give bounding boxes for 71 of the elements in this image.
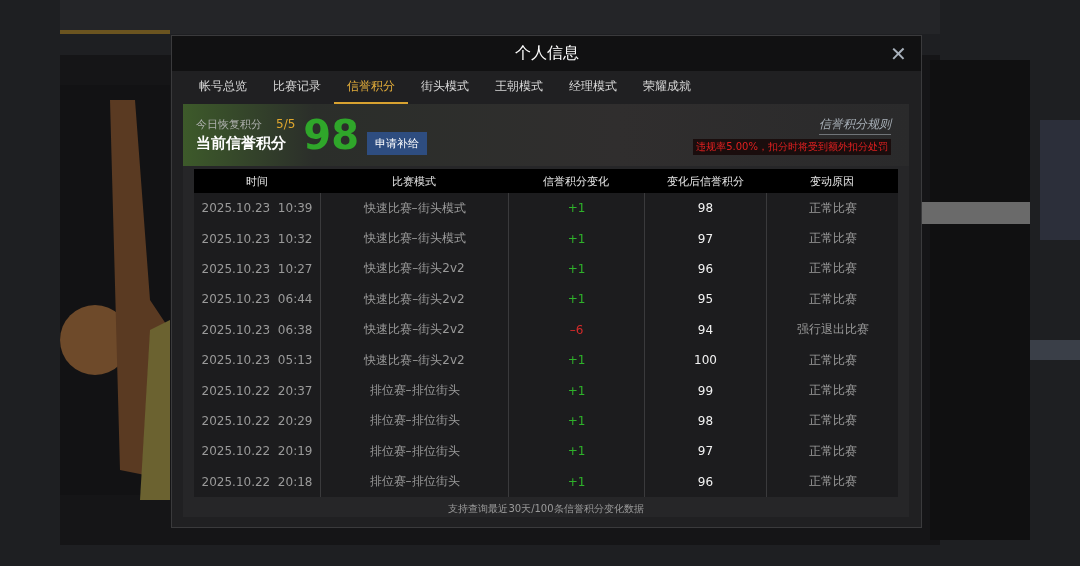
table-cell: +1: [508, 223, 644, 254]
table-cell: 快速比赛–街头模式: [320, 223, 508, 254]
apply-button[interactable]: 申请补给: [367, 131, 427, 155]
table-cell: 正常比赛: [766, 466, 898, 497]
current-score-label: 当前信誉积分: [196, 134, 287, 153]
column-header: 信誉积分变化: [508, 169, 644, 193]
table-cell: 快速比赛–街头2v2: [320, 314, 508, 345]
table-cell: –6: [508, 314, 644, 345]
table-cell-text: 2025.10.23 05:13: [200, 352, 314, 370]
close-button[interactable]: ✕: [886, 40, 911, 68]
table-cell: 99: [644, 375, 766, 406]
table-cell: 97: [644, 223, 766, 254]
table-cell-text: 2025.10.23 06:38: [200, 321, 314, 339]
table-cell: 正常比赛: [766, 344, 898, 376]
tab[interactable]: 王朝模式: [482, 71, 556, 104]
table-cell: +1: [508, 344, 644, 376]
rules-link[interactable]: 信誉积分规则: [819, 115, 891, 135]
footer-note: 支持查询最近30天/100条信誉积分变化数据: [448, 501, 644, 516]
table-cell: 正常比赛: [766, 405, 898, 437]
table-cell: 正常比赛: [766, 375, 898, 406]
table-cell: 97: [644, 436, 766, 467]
table-cell: 正常比赛: [766, 223, 898, 254]
table-cell-text: 2025.10.23 10:32: [200, 230, 314, 248]
table-cell-text: 2025.10.22 20:18: [200, 473, 314, 491]
table-cell-text: 2025.10.22 20:29: [200, 412, 314, 430]
table-cell: 排位赛–排位街头: [320, 405, 508, 437]
table-cell: 排位赛–排位街头: [320, 436, 508, 467]
column-header: 变动原因: [766, 169, 898, 193]
table-cell-text: 2025.10.22 20:37: [200, 382, 314, 400]
column-header: 变化后信誉积分: [644, 169, 766, 193]
column-header: 时间: [194, 169, 320, 193]
warning-text: 违规率5.00%，扣分时将受到额外扣分处罚: [693, 138, 891, 155]
table-cell: 快速比赛–街头模式: [320, 193, 508, 224]
tab[interactable]: 街头模式: [408, 71, 482, 104]
table-cell: 96: [644, 466, 766, 497]
table-cell-text: 2025.10.22 20:19: [200, 443, 314, 461]
table-cell: 快速比赛–街头2v2: [320, 344, 508, 376]
table-cell: +1: [508, 436, 644, 467]
table-cell: 100: [644, 344, 766, 376]
table-cell: +1: [508, 193, 644, 224]
tab[interactable]: 帐号总览: [186, 71, 260, 104]
table-cell: 95: [644, 284, 766, 315]
table-cell: 强行退出比赛: [766, 314, 898, 345]
dialog-title: 个人信息: [514, 43, 579, 64]
score-value: 98: [303, 115, 359, 155]
table-cell: +1: [508, 375, 644, 406]
table-cell: 排位赛–排位街头: [320, 375, 508, 406]
table-cell: +1: [508, 466, 644, 497]
column-header: 比赛模式: [320, 169, 508, 193]
table-cell: 正常比赛: [766, 436, 898, 467]
recovery-label: 今日恢复积分: [196, 117, 262, 132]
table-cell: 正常比赛: [766, 193, 898, 224]
table-cell: 排位赛–排位街头: [320, 466, 508, 497]
table-cell-text: 2025.10.23 06:44: [200, 291, 314, 309]
table-cell: 98: [644, 193, 766, 224]
table-cell: +1: [508, 405, 644, 437]
table-cell: 正常比赛: [766, 253, 898, 285]
table-cell: +1: [508, 284, 644, 315]
table-cell: 快速比赛–街头2v2: [320, 253, 508, 285]
table-cell: 快速比赛–街头2v2: [320, 284, 508, 315]
table-cell: 98: [644, 405, 766, 437]
table-cell: 96: [644, 253, 766, 285]
table-cell: 94: [644, 314, 766, 345]
table-cell-text: 2025.10.23 10:39: [200, 200, 314, 218]
table-cell-text: 2025.10.23 10:27: [200, 260, 314, 278]
tab[interactable]: 荣耀成就: [630, 71, 704, 104]
table-cell: +1: [508, 253, 644, 285]
table-cell: 正常比赛: [766, 284, 898, 315]
recovery-value: 5/5: [276, 117, 296, 131]
tab[interactable]: 比赛记录: [260, 71, 334, 104]
tab[interactable]: 经理模式: [556, 71, 630, 104]
